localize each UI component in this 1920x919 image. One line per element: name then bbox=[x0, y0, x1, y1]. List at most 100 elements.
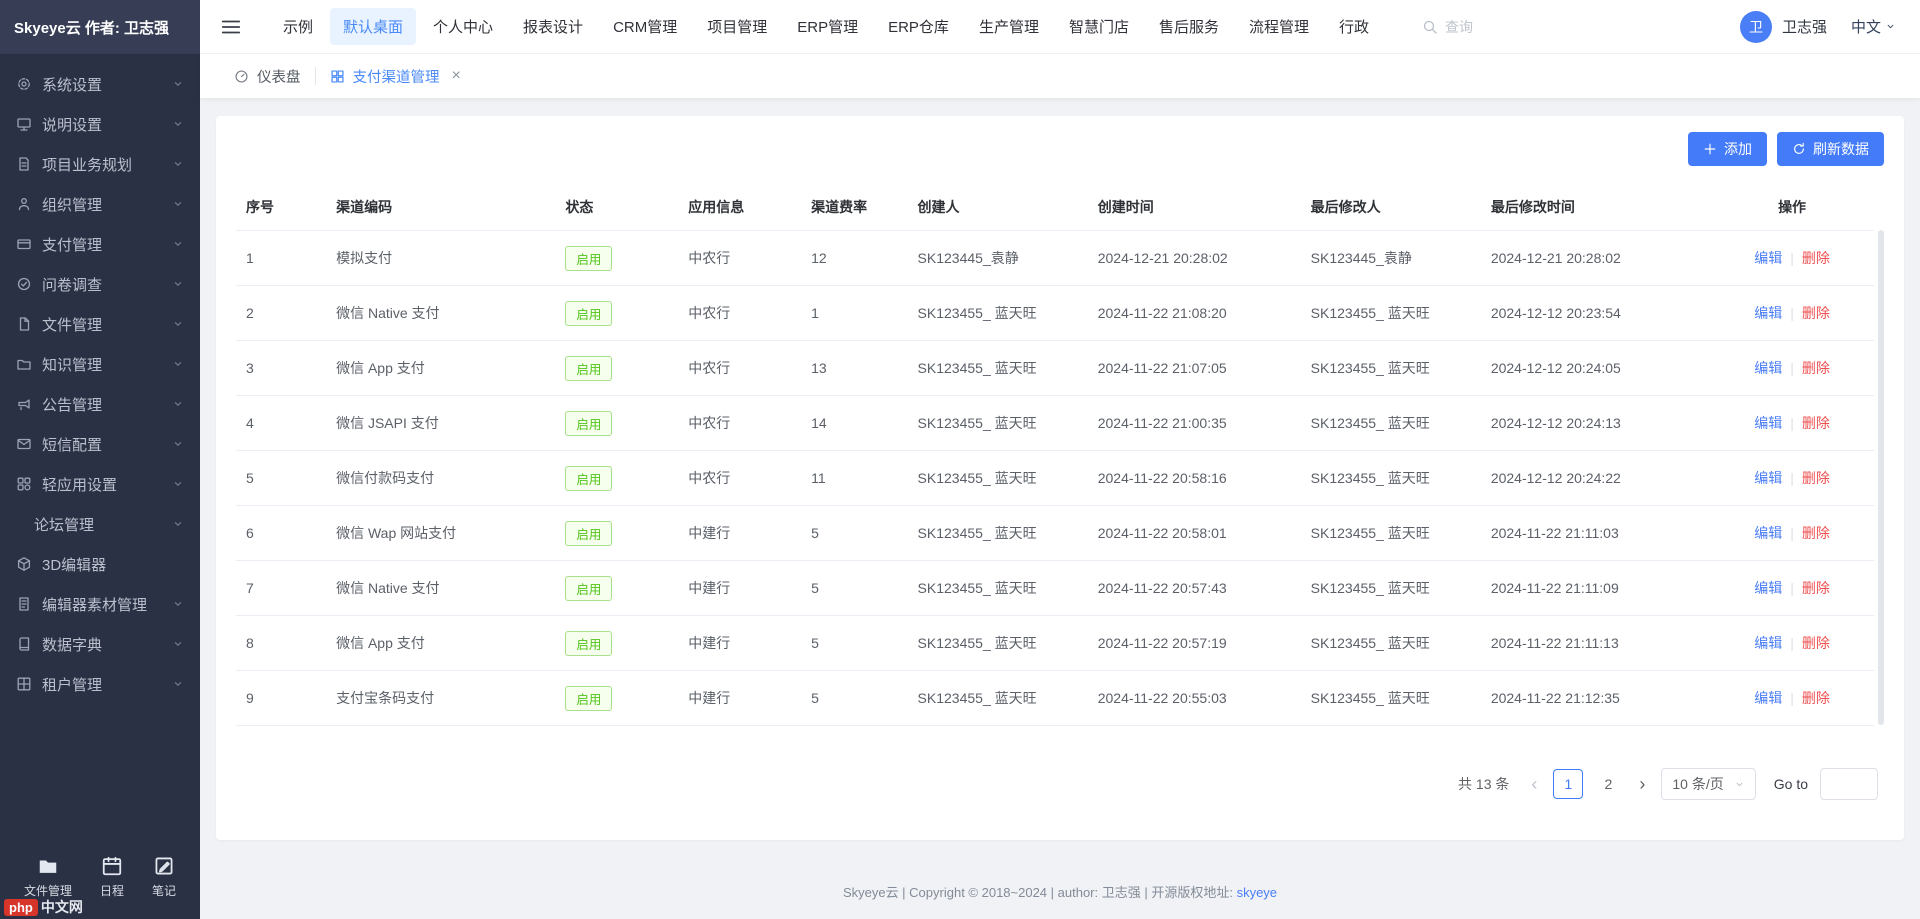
edit-link[interactable]: 编辑 bbox=[1754, 250, 1782, 266]
sidebar-item-编辑器素材管理[interactable]: 编辑器素材管理 bbox=[0, 584, 200, 624]
cell-modifier: SK123455_ 蓝天旺 bbox=[1301, 561, 1481, 616]
sidebar-item-支付管理[interactable]: 支付管理 bbox=[0, 224, 200, 264]
delete-link[interactable]: 删除 bbox=[1802, 360, 1830, 376]
delete-link[interactable]: 删除 bbox=[1802, 305, 1830, 321]
user-name[interactable]: 卫志强 bbox=[1782, 16, 1827, 37]
tab-支付渠道管理[interactable]: 支付渠道管理× bbox=[316, 54, 475, 98]
edit-link[interactable]: 编辑 bbox=[1754, 305, 1782, 321]
delete-link[interactable]: 删除 bbox=[1802, 525, 1830, 541]
sidebar-item-知识管理[interactable]: 知识管理 bbox=[0, 344, 200, 384]
nav-item-售后服务[interactable]: 售后服务 bbox=[1146, 8, 1232, 45]
cell-no: 1 bbox=[236, 231, 326, 286]
nav-item-默认桌面[interactable]: 默认桌面 bbox=[330, 8, 416, 45]
nav-item-生产管理[interactable]: 生产管理 bbox=[966, 8, 1052, 45]
sidebar-item-label: 租户管理 bbox=[42, 674, 162, 695]
edit-link[interactable]: 编辑 bbox=[1754, 635, 1782, 651]
sidebar-item-租户管理[interactable]: 租户管理 bbox=[0, 664, 200, 704]
sidebar-item-短信配置[interactable]: 短信配置 bbox=[0, 424, 200, 464]
tab-仪表盘[interactable]: 仪表盘 bbox=[220, 54, 315, 98]
nav-item-项目管理[interactable]: 项目管理 bbox=[694, 8, 780, 45]
sidebar-item-组织管理[interactable]: 组织管理 bbox=[0, 184, 200, 224]
cell-modifier: SK123455_ 蓝天旺 bbox=[1301, 671, 1481, 726]
table-scrollbar[interactable] bbox=[1878, 230, 1884, 725]
sidebar-item-论坛管理[interactable]: 论坛管理 bbox=[0, 504, 200, 544]
search-input[interactable] bbox=[1445, 19, 1525, 35]
menu-toggle-icon[interactable] bbox=[220, 16, 242, 38]
language-selector[interactable]: 中文 bbox=[1851, 16, 1896, 37]
nav-item-示例[interactable]: 示例 bbox=[270, 8, 326, 45]
nav-item-报表设计[interactable]: 报表设计 bbox=[510, 8, 596, 45]
page-footer: Skyeye云 | Copyright © 2018~2024 | author… bbox=[200, 866, 1920, 919]
delete-link[interactable]: 删除 bbox=[1802, 690, 1830, 706]
cell-creator: SK123455_ 蓝天旺 bbox=[908, 506, 1088, 561]
edit-link[interactable]: 编辑 bbox=[1754, 470, 1782, 486]
sidebar-item-文件管理[interactable]: 文件管理 bbox=[0, 304, 200, 344]
status-badge: 启用 bbox=[565, 576, 612, 601]
avatar[interactable]: 卫 bbox=[1740, 11, 1772, 43]
brand-logo: Skyeye云 作者: 卫志强 bbox=[0, 0, 200, 54]
page-button-2[interactable]: 2 bbox=[1593, 769, 1623, 799]
page-button-1[interactable]: 1 bbox=[1553, 769, 1583, 799]
sidebar-item-问卷调查[interactable]: 问卷调查 bbox=[0, 264, 200, 304]
sidebar-item-项目业务规划[interactable]: 项目业务规划 bbox=[0, 144, 200, 184]
delete-link[interactable]: 删除 bbox=[1802, 580, 1830, 596]
cell-no: 2 bbox=[236, 286, 326, 341]
nav-item-CRM管理[interactable]: CRM管理 bbox=[600, 8, 690, 45]
delete-link[interactable]: 删除 bbox=[1802, 415, 1830, 431]
cell-modified: 2024-12-21 20:28:02 bbox=[1481, 231, 1710, 286]
next-page-button[interactable]: › bbox=[1635, 775, 1649, 793]
edit-link[interactable]: 编辑 bbox=[1754, 415, 1782, 431]
prev-page-button[interactable]: ‹ bbox=[1527, 775, 1541, 793]
cell-code: 微信 App 支付 bbox=[326, 616, 555, 671]
delete-link[interactable]: 删除 bbox=[1802, 250, 1830, 266]
nav-item-ERP管理[interactable]: ERP管理 bbox=[784, 8, 871, 45]
page-size-select[interactable]: 10 条/页 bbox=[1661, 768, 1755, 800]
column-header-应用信息: 应用信息 bbox=[678, 184, 801, 231]
cell-rate: 5 bbox=[801, 506, 907, 561]
delete-link[interactable]: 删除 bbox=[1802, 470, 1830, 486]
sidebar-item-label: 组织管理 bbox=[42, 194, 162, 215]
add-button[interactable]: 添加 bbox=[1688, 132, 1767, 166]
refresh-button[interactable]: 刷新数据 bbox=[1777, 132, 1884, 166]
cell-created: 2024-11-22 20:58:16 bbox=[1088, 451, 1301, 506]
goto-label: Go to bbox=[1774, 776, 1808, 792]
sidebar-item-说明设置[interactable]: 说明设置 bbox=[0, 104, 200, 144]
sidebar-item-3D编辑器[interactable]: 3D编辑器 bbox=[0, 544, 200, 584]
footer-link[interactable]: skyeye bbox=[1237, 885, 1277, 900]
edit-link[interactable]: 编辑 bbox=[1754, 580, 1782, 596]
cell-no: 8 bbox=[236, 616, 326, 671]
column-header-创建时间: 创建时间 bbox=[1088, 184, 1301, 231]
cell-modifier: SK123455_ 蓝天旺 bbox=[1301, 506, 1481, 561]
sidebar-item-轻应用设置[interactable]: 轻应用设置 bbox=[0, 464, 200, 504]
sidebar-item-label: 3D编辑器 bbox=[42, 554, 184, 575]
language-label: 中文 bbox=[1851, 16, 1881, 37]
table-row: 7微信 Native 支付启用中建行5SK123455_ 蓝天旺2024-11-… bbox=[236, 561, 1874, 616]
sidebar-footer-文件管理[interactable]: 文件管理 bbox=[24, 855, 72, 899]
cell-modifier: SK123455_ 蓝天旺 bbox=[1301, 616, 1481, 671]
nav-item-流程管理[interactable]: 流程管理 bbox=[1236, 8, 1322, 45]
search-icon bbox=[1422, 19, 1438, 35]
chevron-down-icon bbox=[1734, 779, 1745, 790]
sidebar-footer-日程[interactable]: 日程 bbox=[100, 855, 124, 899]
nav-item-ERP仓库[interactable]: ERP仓库 bbox=[875, 8, 962, 45]
goto-page-input[interactable] bbox=[1820, 768, 1878, 800]
edit-link[interactable]: 编辑 bbox=[1754, 525, 1782, 541]
nav-item-行政[interactable]: 行政 bbox=[1326, 8, 1382, 45]
cell-actions: 编辑|删除 bbox=[1710, 561, 1874, 616]
sidebar-footer-笔记[interactable]: 笔记 bbox=[152, 855, 176, 899]
sidebar-item-数据字典[interactable]: 数据字典 bbox=[0, 624, 200, 664]
sidebar-item-系统设置[interactable]: 系统设置 bbox=[0, 64, 200, 104]
close-icon[interactable]: × bbox=[452, 68, 461, 84]
cell-actions: 编辑|删除 bbox=[1710, 396, 1874, 451]
tab-bar-tabs: 仪表盘支付渠道管理× bbox=[220, 54, 475, 98]
sidebar-item-公告管理[interactable]: 公告管理 bbox=[0, 384, 200, 424]
cell-actions: 编辑|删除 bbox=[1710, 671, 1874, 726]
table-row: 5微信付款码支付启用中农行11SK123455_ 蓝天旺2024-11-22 2… bbox=[236, 451, 1874, 506]
edit-link[interactable]: 编辑 bbox=[1754, 690, 1782, 706]
edit-link[interactable]: 编辑 bbox=[1754, 360, 1782, 376]
search-box[interactable] bbox=[1422, 19, 1525, 35]
delete-link[interactable]: 删除 bbox=[1802, 635, 1830, 651]
nav-item-智慧门店[interactable]: 智慧门店 bbox=[1056, 8, 1142, 45]
user-area: 卫 卫志强 中文 bbox=[1740, 11, 1896, 43]
nav-item-个人中心[interactable]: 个人中心 bbox=[420, 8, 506, 45]
